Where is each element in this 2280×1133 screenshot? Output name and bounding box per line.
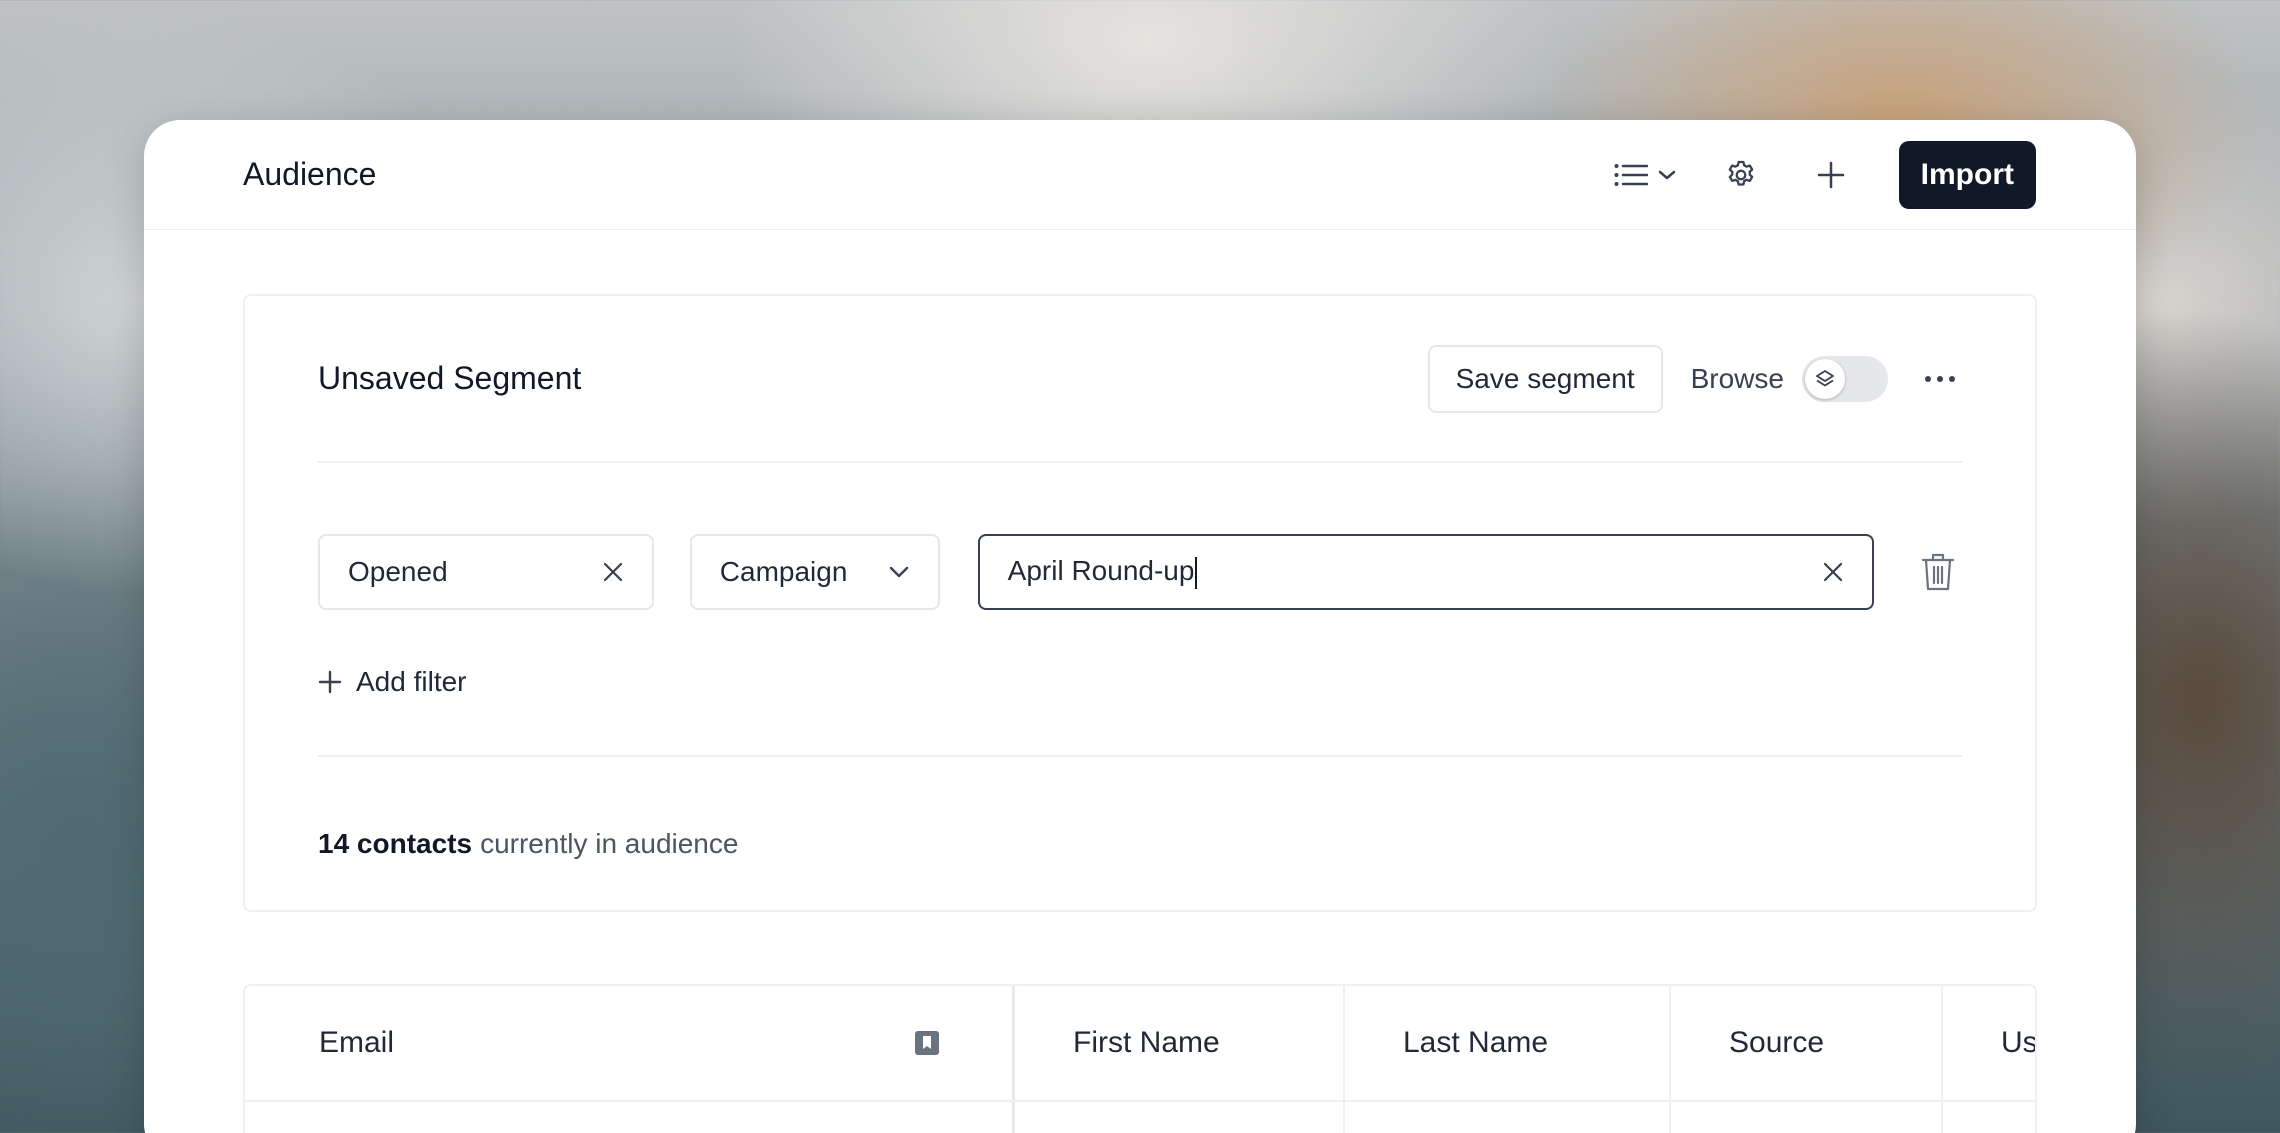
trash-icon — [1921, 553, 1955, 591]
property-select-value: Campaign — [719, 556, 848, 587]
save-segment-button[interactable]: Save segment — [1427, 344, 1663, 413]
column-header-label: Email — [319, 1026, 395, 1059]
filter-row: Opened Campaign April Round-up — [318, 534, 1962, 610]
delete-filter-button[interactable] — [1914, 548, 1962, 596]
chevron-down-icon — [1658, 170, 1675, 179]
segment-title: Unsaved Segment — [318, 360, 582, 396]
property-select[interactable]: Campaign — [689, 534, 940, 610]
audience-window: Audience Import Unsaved Segment Save seg… — [144, 120, 2136, 1133]
toggle-knob — [1805, 358, 1845, 399]
column-header-last-name[interactable]: Last Name — [1345, 986, 1671, 1100]
add-filter-button[interactable]: Add filter — [318, 666, 467, 698]
plus-icon — [1817, 161, 1844, 188]
plus-icon — [318, 670, 342, 694]
text-caret — [1195, 556, 1198, 589]
contact-count: 14 contacts — [318, 828, 473, 859]
clear-icon[interactable] — [1822, 561, 1844, 583]
summary-suffix: currently in audience — [480, 828, 739, 859]
event-filter-value: Opened — [348, 556, 448, 587]
add-button[interactable] — [1801, 145, 1861, 205]
segment-panel: Unsaved Segment Save segment Browse Open… — [243, 294, 2037, 912]
segment-divider — [318, 755, 1962, 757]
page-title: Audience — [243, 156, 377, 192]
contacts-table: Email First Name Last Name Source Us — [243, 984, 2037, 1133]
table-cell — [245, 1102, 1015, 1133]
list-view-icon — [1614, 163, 1648, 186]
bookmark-icon[interactable] — [914, 1030, 940, 1056]
close-icon[interactable] — [602, 561, 624, 583]
column-header-email[interactable]: Email — [245, 986, 1015, 1100]
column-header-truncated[interactable]: Us — [1943, 986, 2035, 1100]
top-bar: Audience Import — [144, 120, 2136, 230]
view-switcher-button[interactable] — [1609, 145, 1681, 205]
filter-value-input[interactable]: April Round-up — [977, 534, 1875, 610]
table-header-row: Email First Name Last Name Source Us — [245, 986, 2035, 1102]
table-cell — [1015, 1102, 1345, 1133]
import-button[interactable]: Import — [1898, 140, 2036, 209]
audience-summary: 14 contacts currently in audience — [318, 828, 738, 860]
column-header-source[interactable]: Source — [1671, 986, 1943, 1100]
ellipsis-icon — [1925, 375, 1955, 382]
layers-icon — [1816, 369, 1834, 386]
table-cell — [1345, 1102, 1671, 1133]
table-cell — [1671, 1102, 1943, 1133]
table-row — [245, 1102, 2035, 1133]
more-options-button[interactable] — [1918, 357, 1962, 401]
browse-label: Browse — [1690, 362, 1784, 394]
settings-button[interactable] — [1711, 145, 1771, 205]
column-header-first-name[interactable]: First Name — [1015, 986, 1345, 1100]
event-filter-field[interactable]: Opened — [318, 534, 654, 610]
add-filter-label: Add filter — [356, 666, 467, 697]
gear-icon — [1728, 160, 1753, 186]
browse-toggle[interactable] — [1802, 355, 1888, 402]
chevron-down-icon — [889, 566, 908, 578]
segment-header: Unsaved Segment Save segment Browse — [318, 296, 1962, 463]
filter-value-text: April Round-up — [1007, 555, 1195, 587]
